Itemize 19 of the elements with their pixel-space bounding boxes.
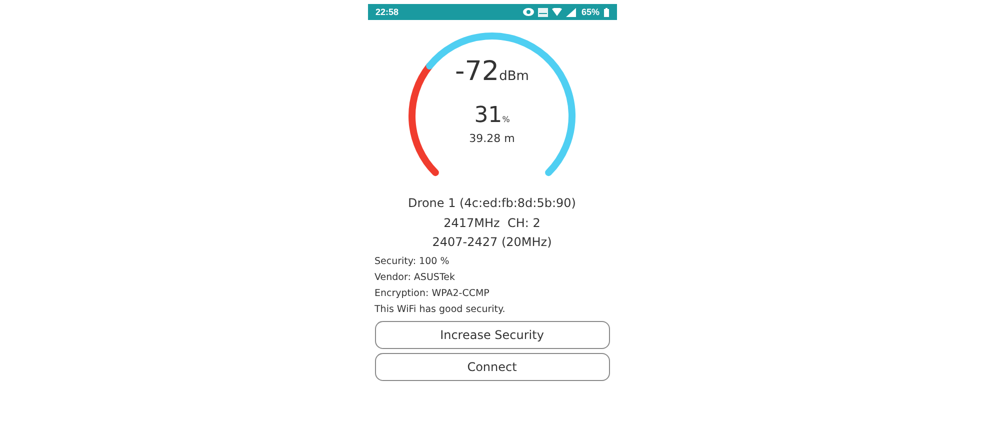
detail-line: Security: 100 %	[374, 254, 450, 268]
network-name: Drone 1 (4c:ed:fb:8d:5b:90)	[408, 195, 576, 212]
detail-line: Encryption: WPA2-CCMP	[374, 287, 490, 302]
eye-icon	[523, 8, 534, 16]
signal-strength: -72 dBm	[455, 56, 529, 87]
action-button[interactable]: Connect	[374, 352, 610, 381]
wifi-icon	[552, 8, 562, 16]
action-button[interactable]: Increase Security	[374, 320, 610, 349]
signal-quality: 31%	[474, 103, 510, 128]
distance-estimate: 39.28 m	[469, 132, 515, 145]
clock-time: 22:58	[376, 7, 399, 17]
battery-percent: 65%	[581, 7, 600, 17]
signal-icon	[566, 8, 576, 16]
detail-line: Vendor: ASUSTek	[374, 270, 456, 285]
frequency-range: 2407-2427 (20MHz)	[432, 234, 552, 251]
frequency-channel: 2417MHz CH: 2	[444, 214, 540, 232]
detail-line: This WiFi has good security.	[374, 303, 506, 318]
battery-icon	[604, 8, 608, 16]
card-icon	[538, 8, 548, 16]
